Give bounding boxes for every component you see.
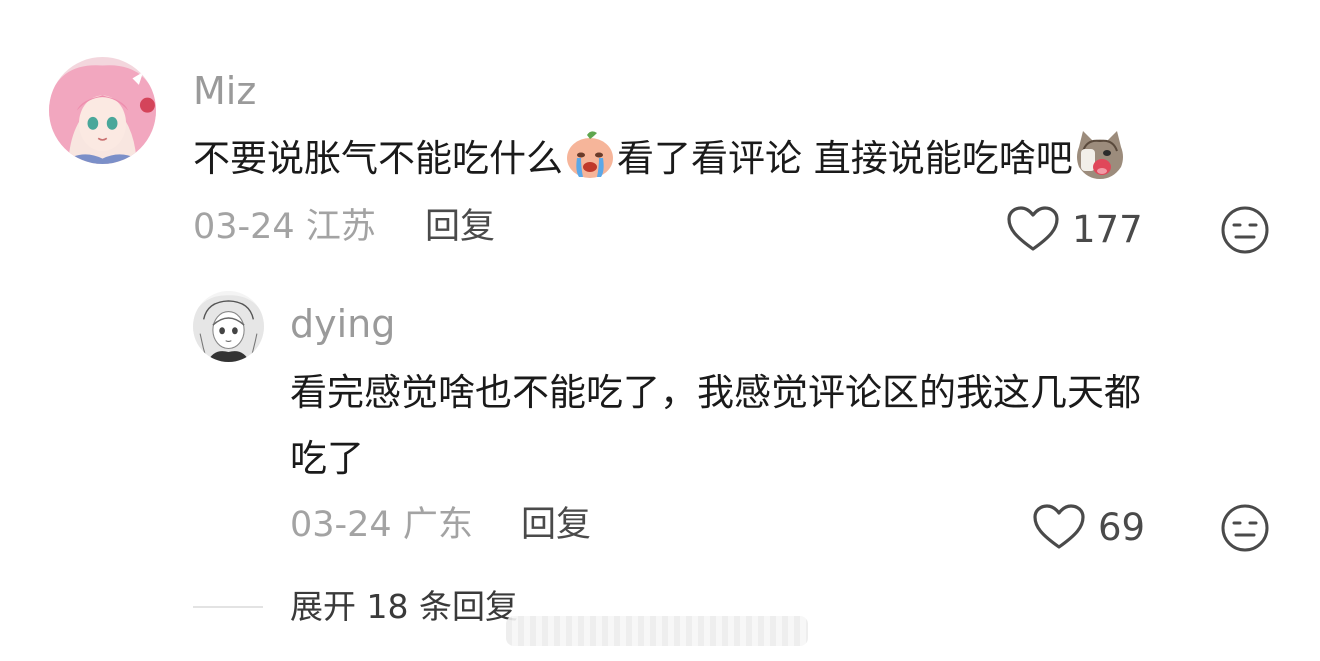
- comment-text-part-2: 看了看评论 直接说能吃啥吧: [617, 137, 1073, 180]
- avatar[interactable]: [49, 57, 156, 164]
- anime-girl-avatar-icon: [49, 57, 156, 164]
- avatar[interactable]: [193, 291, 264, 362]
- neutral-face-icon: [1221, 504, 1269, 552]
- reply-date-location: 03-24 广东: [290, 505, 473, 545]
- like-count: 177: [1072, 207, 1143, 251]
- reply-text-line-1: 看完感觉啥也不能吃了，我感觉评论区的我这几天都: [290, 371, 1141, 414]
- heart-icon: [1007, 206, 1059, 251]
- neutral-face-icon: [1221, 206, 1269, 254]
- comment-thread: Miz 不要说胀气不能吃什么 看了看评论 直接说能吃啥吧 03-24 江苏 回复: [0, 0, 1320, 661]
- comment-date-location: 03-24 江苏: [193, 207, 376, 247]
- crying-peach-emoji-icon: [563, 127, 617, 181]
- like-button[interactable]: 177: [1006, 205, 1143, 253]
- like-button[interactable]: 69: [1032, 503, 1145, 551]
- heart-icon: [1033, 504, 1085, 549]
- like-count: 69: [1098, 505, 1146, 549]
- expand-replies-button[interactable]: 展开 18 条回复: [290, 590, 518, 623]
- reply-username[interactable]: dying: [290, 305, 395, 343]
- comment-text: 不要说胀气不能吃什么 看了看评论 直接说能吃啥吧: [193, 126, 1127, 192]
- reply-button[interactable]: 回复: [425, 210, 495, 245]
- reply-button[interactable]: 回复: [521, 508, 591, 543]
- sketch-girl-avatar-icon: [193, 291, 264, 362]
- dislike-button[interactable]: [1220, 205, 1270, 255]
- reply-text-line-2: 吃了: [290, 437, 364, 480]
- comment-username[interactable]: Miz: [193, 72, 256, 110]
- watermark: [506, 616, 808, 646]
- expand-divider: [193, 606, 263, 608]
- screaming-cat-emoji-icon: [1073, 127, 1127, 181]
- dislike-button[interactable]: [1220, 503, 1270, 553]
- comment-text-part-1: 不要说胀气不能吃什么: [193, 137, 563, 180]
